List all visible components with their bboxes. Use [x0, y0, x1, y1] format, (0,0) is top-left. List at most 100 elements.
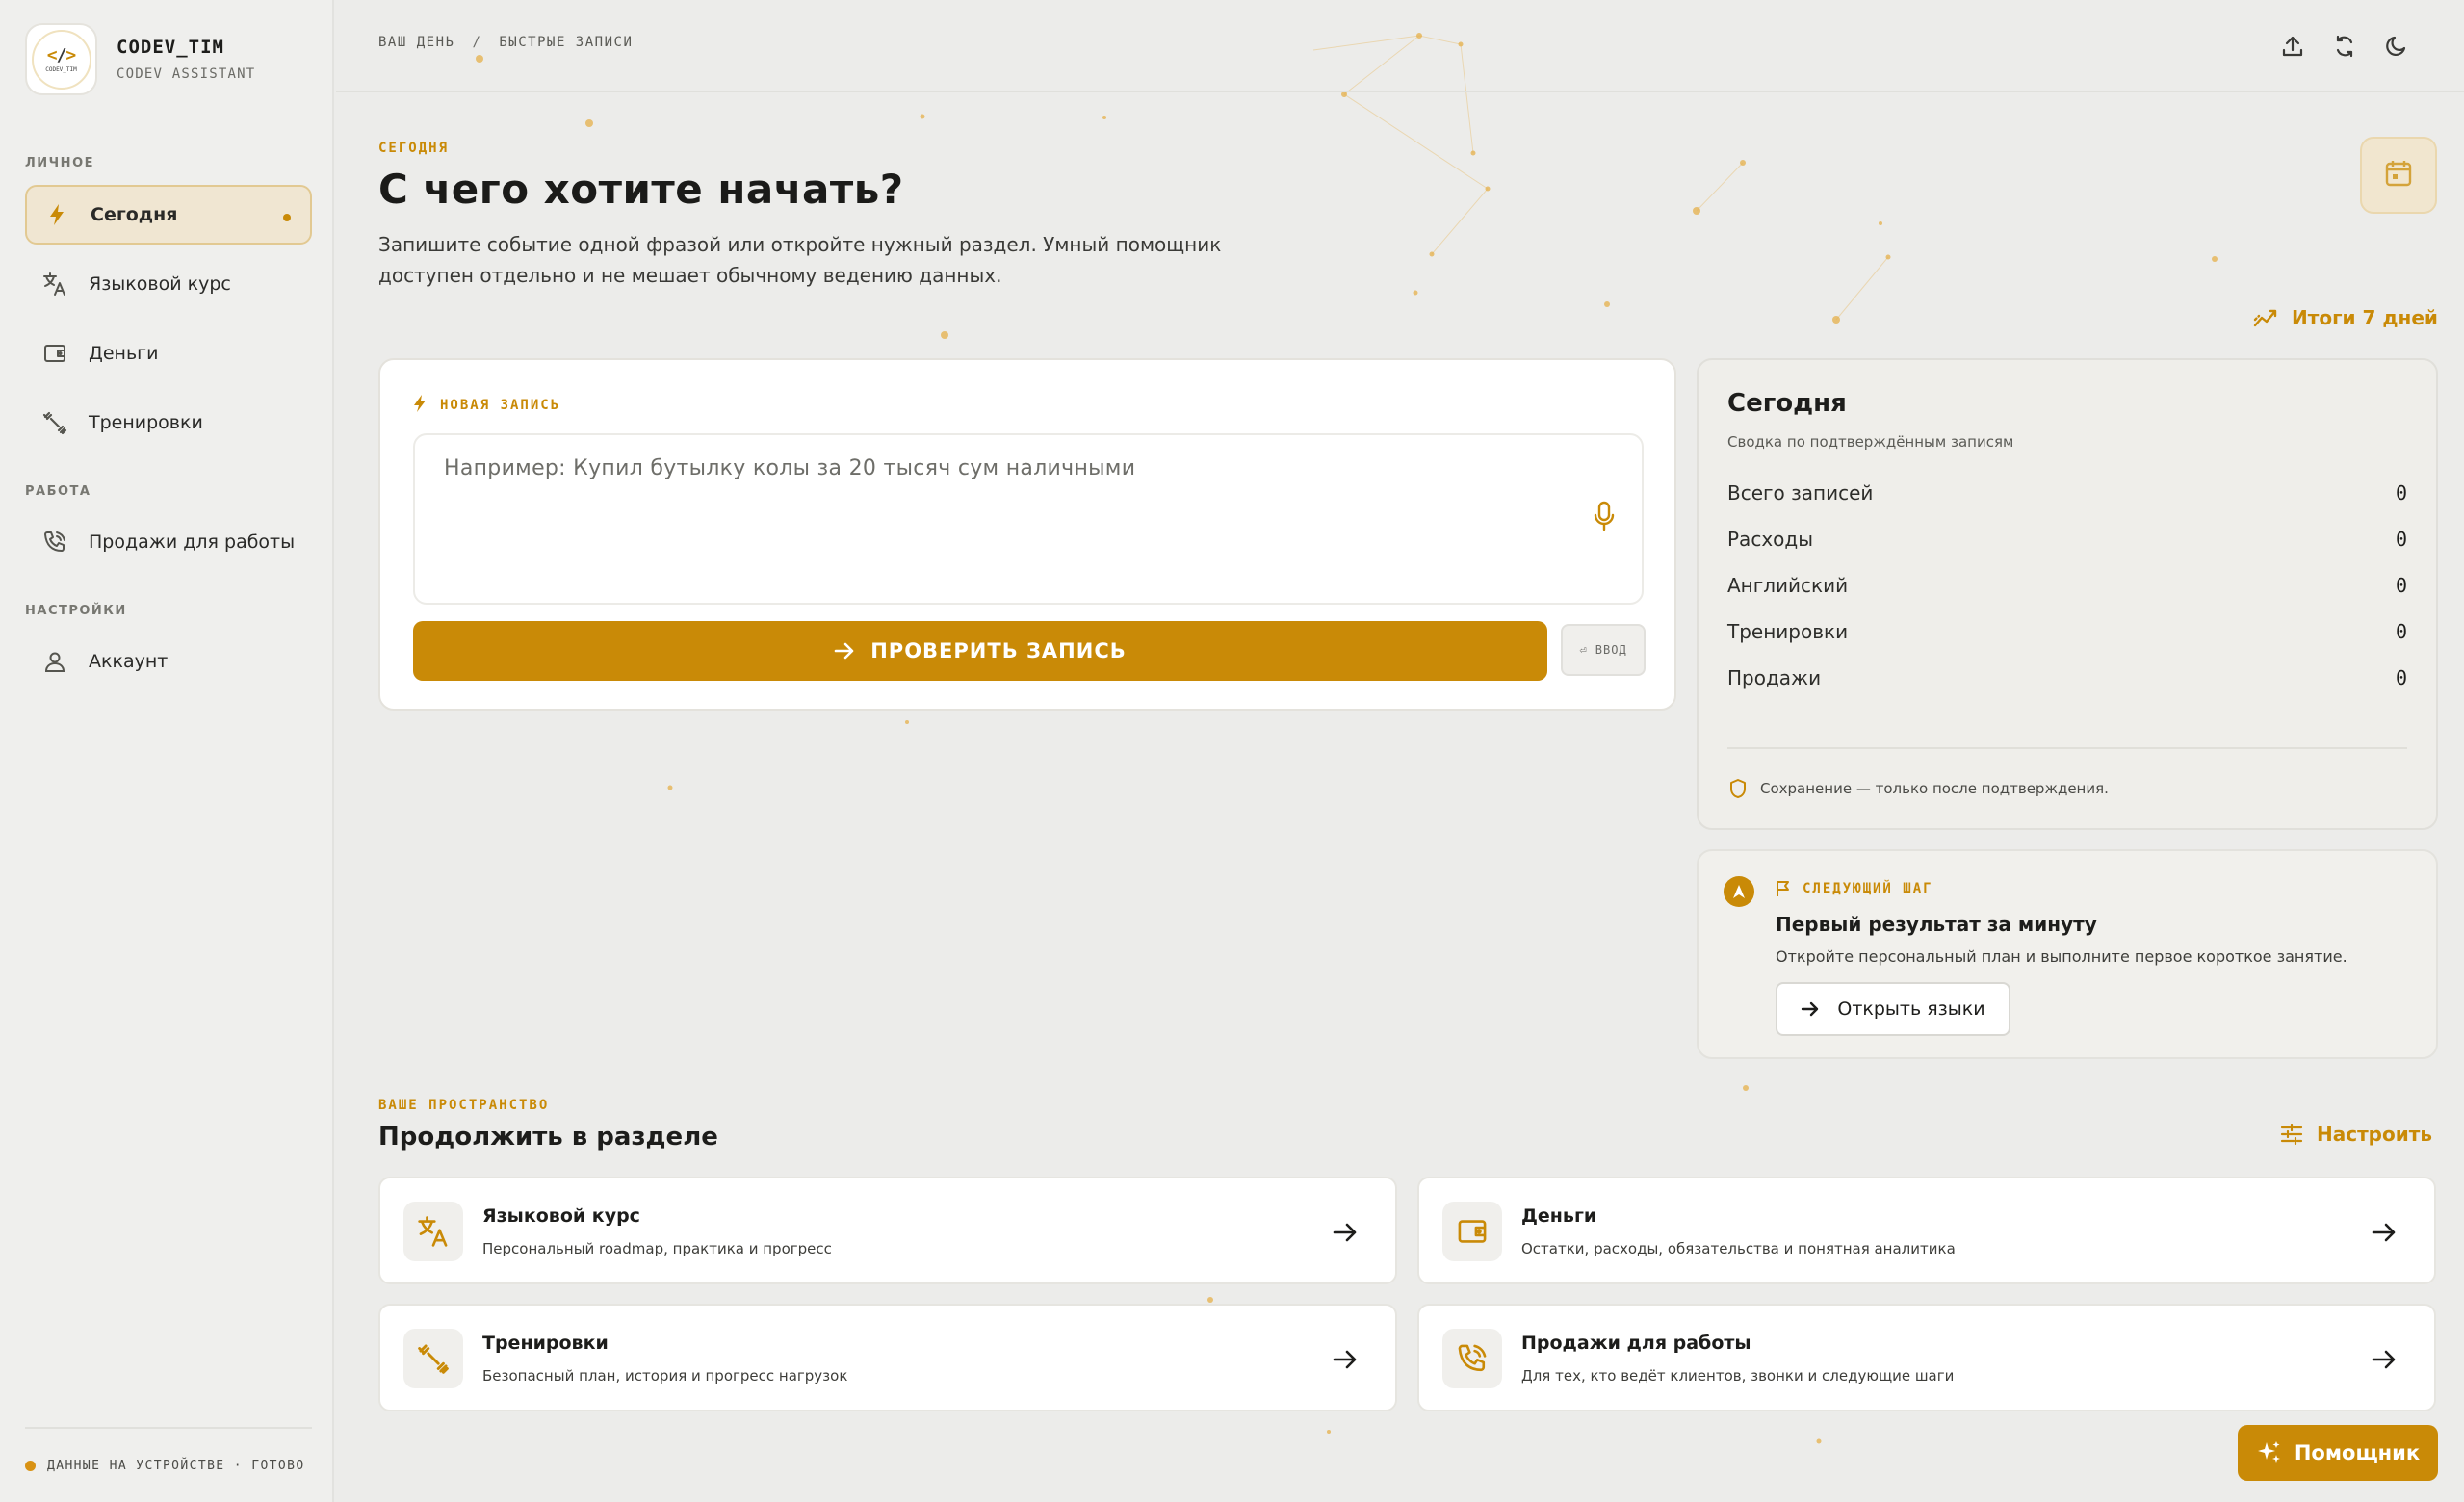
tile-description: Персональный roadmap, практика и прогрес… — [482, 1240, 832, 1257]
sidebar-item-label: Языковой курс — [89, 273, 231, 295]
new-entry-label-text: НОВАЯ ЗАПИСЬ — [440, 398, 561, 413]
stat-label: Тренировки — [1727, 620, 1849, 643]
stat-row: Всего записей 0 — [1727, 481, 2407, 505]
shield-icon — [1729, 778, 1747, 799]
check-entry-button[interactable]: ПРОВЕРИТЬ ЗАПИСЬ — [413, 621, 1547, 681]
workspace-title: Продолжить в разделе — [378, 1123, 718, 1152]
arrow-right-icon — [834, 641, 855, 660]
next-step-label: СЛЕДУЮЩИЙ ШАГ — [1776, 880, 1933, 897]
code-logo-icon: </> — [46, 45, 77, 65]
stat-row: Продажи 0 — [1727, 666, 2407, 689]
dumbbell-icon — [42, 410, 67, 435]
tile-description: Безопасный план, история и прогресс нагр… — [482, 1367, 848, 1385]
page-title: С чего хотите начать? — [378, 166, 904, 213]
dumbbell-icon — [403, 1329, 463, 1388]
next-step-card: СЛЕДУЮЩИЙ ШАГ Первый результат за минуту… — [1697, 849, 2438, 1059]
stat-value: 0 — [2395, 666, 2407, 689]
microphone-icon[interactable] — [1588, 497, 1621, 535]
sidebar-divider — [25, 1427, 312, 1429]
breadcrumb: ВАШ ДЕНЬ / БЫСТРЫЕ ЗАПИСИ — [378, 35, 633, 50]
translate-icon — [403, 1202, 463, 1261]
new-entry-label: НОВАЯ ЗАПИСЬ — [413, 394, 560, 417]
sidebar-item-label: Продажи для работы — [89, 531, 296, 553]
summary-divider — [1727, 747, 2407, 749]
active-indicator — [283, 214, 291, 221]
tile-title: Тренировки — [482, 1333, 609, 1354]
next-step-label-text: СЛЕДУЮЩИЙ ШАГ — [1803, 881, 1933, 896]
tile-description: Остатки, расходы, обязательства и понятн… — [1521, 1240, 1956, 1257]
sidebar-item-label: Деньги — [89, 343, 159, 364]
storage-status: ДАННЫЕ НА УСТРОЙСТВЕ · ГОТОВО — [25, 1459, 305, 1473]
breadcrumb-item[interactable]: ВАШ ДЕНЬ — [378, 35, 454, 50]
user-icon — [42, 649, 67, 674]
trend-icon — [2253, 304, 2280, 331]
sidebar-item-label: Сегодня — [91, 204, 178, 225]
tile-money[interactable]: Деньги Остатки, расходы, обязательства и… — [1417, 1177, 2436, 1284]
arrow-right-icon — [1328, 1215, 1362, 1250]
next-step-description: Откройте персональный план и выполните п… — [1776, 947, 2347, 966]
page-eyebrow: СЕГОДНЯ — [378, 141, 450, 156]
arrow-right-icon — [2367, 1215, 2401, 1250]
stat-value: 0 — [2395, 574, 2407, 597]
tile-workouts[interactable]: Тренировки Безопасный план, история и пр… — [378, 1304, 1397, 1411]
stat-row: Расходы 0 — [1727, 528, 2407, 551]
stat-row: Английский 0 — [1727, 574, 2407, 597]
assistant-label: Помощник — [2294, 1441, 2421, 1464]
breadcrumb-item: БЫСТРЫЕ ЗАПИСИ — [499, 35, 634, 50]
phone-icon — [1442, 1329, 1502, 1388]
open-languages-label: Открыть языки — [1837, 998, 1985, 1020]
arrow-right-icon — [1801, 1000, 1820, 1018]
upload-icon[interactable] — [2273, 27, 2312, 65]
tile-title: Продажи для работы — [1521, 1333, 1751, 1354]
summary-title: Сегодня — [1727, 389, 1847, 418]
configure-link[interactable]: Настроить — [2278, 1121, 2432, 1148]
sidebar-item-label: Аккаунт — [89, 651, 169, 672]
sidebar-item-today[interactable]: Сегодня — [25, 185, 312, 245]
stat-label: Всего записей — [1727, 481, 1874, 505]
stat-row: Тренировки 0 — [1727, 620, 2407, 643]
stat-value: 0 — [2395, 481, 2407, 505]
storage-status-text: ДАННЫЕ НА УСТРОЙСТВЕ · ГОТОВО — [47, 1459, 305, 1473]
check-entry-label: ПРОВЕРИТЬ ЗАПИСЬ — [870, 639, 1127, 662]
sidebar-item-account[interactable]: Аккаунт — [25, 632, 312, 691]
brand-subtitle: CODEV ASSISTANT — [117, 66, 256, 82]
flag-icon — [1776, 880, 1791, 897]
brand[interactable]: </> CODEV_TIM CODEV_TIM CODEV ASSISTANT — [25, 23, 255, 95]
workspace-eyebrow: ВАШЕ ПРОСТРАНСТВО — [378, 1098, 550, 1113]
stat-label: Английский — [1727, 574, 1849, 597]
tile-language-course[interactable]: Языковой курс Персональный roadmap, прак… — [378, 1177, 1397, 1284]
topbar-actions — [2260, 27, 2416, 65]
brand-logo: </> CODEV_TIM — [25, 23, 97, 95]
weekly-summary-label: Итоги 7 дней — [2292, 306, 2438, 329]
sidebar-item-money[interactable]: Деньги — [25, 324, 312, 383]
stat-label: Расходы — [1727, 528, 1814, 551]
sidebar-item-workouts[interactable]: Тренировки — [25, 393, 312, 453]
configure-label: Настроить — [2317, 1123, 2432, 1146]
sidebar-item-sales[interactable]: Продажи для работы — [25, 512, 312, 572]
sync-icon[interactable] — [2325, 27, 2364, 65]
sliders-icon — [2278, 1121, 2305, 1148]
assistant-button[interactable]: Помощник — [2238, 1425, 2438, 1481]
tile-title: Деньги — [1521, 1205, 1597, 1227]
arrow-right-icon — [1328, 1342, 1362, 1377]
brand-name: CODEV_TIM — [117, 37, 224, 58]
sidebar-item-language[interactable]: Языковой курс — [25, 254, 312, 314]
tile-description: Для тех, кто ведёт клиентов, звонки и сл… — [1521, 1367, 1955, 1385]
calendar-button[interactable] — [2360, 137, 2437, 214]
translate-icon — [42, 272, 67, 297]
nav-section-work: РАБОТА — [25, 484, 91, 499]
tile-sales[interactable]: Продажи для работы Для тех, кто ведёт кл… — [1417, 1304, 2436, 1411]
moon-icon[interactable] — [2377, 27, 2416, 65]
weekly-summary-link[interactable]: Итоги 7 дней — [2253, 304, 2438, 331]
sidebar: </> CODEV_TIM CODEV_TIM CODEV ASSISTANT … — [0, 0, 334, 1502]
bolt-icon — [44, 202, 69, 227]
open-languages-button[interactable]: Открыть языки — [1776, 982, 2010, 1036]
topbar: ВАШ ДЕНЬ / БЫСТРЫЕ ЗАПИСИ — [336, 0, 2464, 92]
stat-value: 0 — [2395, 620, 2407, 643]
bolt-icon — [413, 394, 427, 417]
nav-section-personal: ЛИЧНОЕ — [25, 156, 94, 170]
page-description: Запишите событие одной фразой или открой… — [378, 233, 1222, 287]
sidebar-item-label: Тренировки — [89, 412, 203, 433]
entry-textarea[interactable]: Например: Купил бутылку колы за 20 тысяч… — [413, 433, 1644, 605]
new-entry-card: НОВАЯ ЗАПИСЬ Например: Купил бутылку кол… — [378, 358, 1676, 711]
